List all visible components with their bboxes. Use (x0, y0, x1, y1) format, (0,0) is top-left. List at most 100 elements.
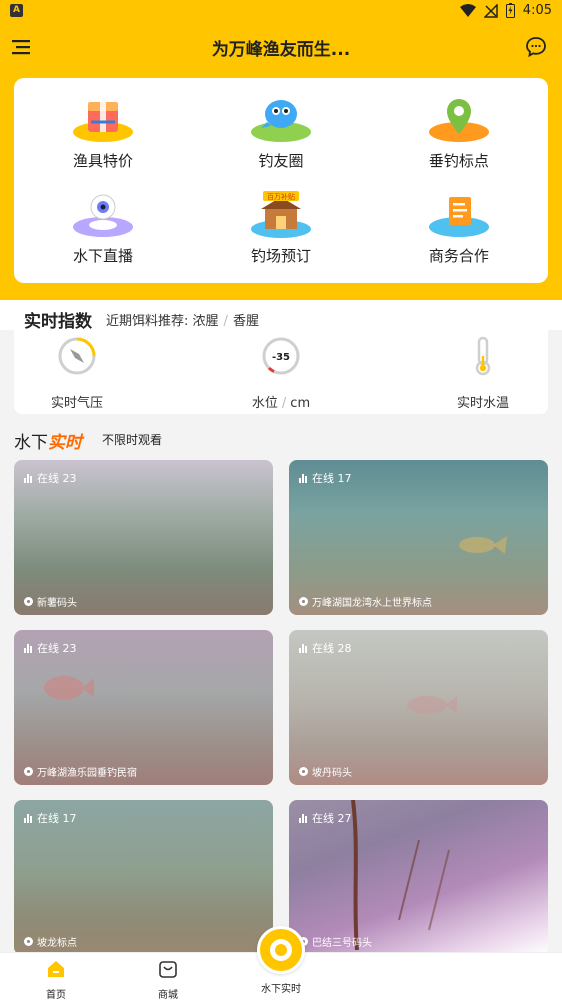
document-icon (428, 196, 489, 237)
section-title-text: 水下 (14, 433, 48, 453)
grid-item-business[interactable]: 商务合作 (370, 189, 548, 283)
screen: { "status_bar": {"time": "4:05", "app_ba… (0, 0, 562, 1000)
location-text: 坡丹码头 (312, 768, 352, 779)
chat-bubble-icon[interactable] (524, 35, 548, 59)
water-level-text: 水位 (251, 396, 278, 411)
house-icon: 百万补贴 (250, 190, 311, 238)
water-level-gauge: -35 (262, 337, 300, 375)
location-pin-icon (24, 937, 33, 946)
bait-recommendation: 近期饵料推荐: 浓腥 / 香腥 (106, 310, 259, 329)
unit-separator: / (281, 396, 287, 411)
pressure-indicator[interactable]: 实时气压 (22, 336, 132, 411)
underwater-section-title: 水下实时 (14, 428, 82, 453)
pressure-label: 实时气压 (50, 396, 103, 411)
video-card[interactable]: 在线 27 巴结三号码头 (289, 800, 548, 955)
shopping-bag-icon (159, 961, 177, 978)
grid-page-indicator (60, 283, 502, 297)
video-location: 坡龙标点 (24, 934, 77, 949)
video-card[interactable]: 在线 28 坡丹码头 (289, 630, 548, 785)
home-icon (48, 961, 64, 977)
index-card: 实时气压 -35 水位 / cm 实时水温 (14, 330, 548, 414)
grid-item-fishing-spots[interactable]: 垂钓标点 (370, 94, 548, 188)
online-count: 在线 28 (299, 640, 352, 656)
status-bar: A 4:05 (0, 0, 562, 24)
location-text: 新薯码头 (37, 598, 77, 609)
nav-underwater-label: 水下实时 (261, 984, 301, 995)
nav-home[interactable]: 首页 (16, 959, 96, 1000)
index-title: 实时指数 (24, 312, 92, 332)
bait-value: 香腥 (232, 314, 259, 329)
nav-home-label: 首页 (46, 990, 66, 1000)
thermometer-icon (475, 336, 491, 376)
bait-label: 近期饵料推荐: (106, 314, 189, 329)
camera-lens-icon (270, 939, 292, 961)
online-count: 在线 23 (24, 470, 77, 486)
status-time: 4:05 (522, 3, 552, 18)
feature-grid: 渔具特价 钓友圈 垂钓标点 水下直播 百万补贴 钓场预订 商务合作 (14, 78, 548, 283)
video-location: 万峰湖国龙湾水上世界标点 (299, 594, 432, 609)
grid-item-venue-booking[interactable]: 百万补贴 钓场预订 (192, 189, 370, 283)
no-signal-icon (483, 3, 498, 18)
water-level-indicator[interactable]: -35 水位 / cm (226, 336, 336, 411)
online-text: 在线 23 (37, 472, 77, 485)
online-text: 在线 27 (312, 812, 352, 825)
video-location: 新薯码头 (24, 594, 77, 609)
location-pin-icon (24, 597, 33, 606)
location-text: 巴结三号码头 (312, 938, 372, 949)
online-bars-icon (299, 473, 307, 483)
online-bars-icon (24, 643, 32, 653)
online-text: 在线 28 (312, 642, 352, 655)
location-text: 万峰湖渔乐园垂钓民宿 (37, 768, 137, 779)
nav-underwater-live-button[interactable] (257, 926, 305, 974)
water-temp-label: 实时水温 (456, 396, 509, 411)
video-card[interactable]: 在线 17 万峰湖国龙湾水上世界标点 (289, 460, 548, 615)
online-count: 在线 17 (299, 470, 352, 486)
underwater-section-subtitle: 不限时观看 (102, 433, 163, 447)
wifi-icon (459, 3, 476, 17)
video-card[interactable]: 在线 23 万峰湖渔乐园垂钓民宿 (14, 630, 273, 785)
chat-bird-icon (250, 100, 311, 142)
grid-label: 渔具特价 (72, 152, 133, 170)
fish-silhouette (459, 536, 507, 554)
grid-item-underwater-live[interactable]: 水下直播 (14, 189, 192, 283)
fish-silhouette (44, 676, 94, 700)
nav-mall[interactable]: 商城 (128, 959, 208, 1000)
online-bars-icon (299, 643, 307, 653)
video-card[interactable]: 在线 17 坡龙标点 (14, 800, 273, 955)
grid-label: 水下直播 (72, 246, 133, 265)
water-temp-indicator[interactable]: 实时水温 (428, 336, 538, 411)
online-text: 在线 17 (37, 812, 77, 825)
grid-label: 垂钓标点 (428, 152, 489, 170)
online-count: 在线 27 (299, 810, 352, 826)
video-card[interactable]: 在线 23 新薯码头 (14, 460, 273, 615)
gift-box-icon (72, 102, 133, 142)
app-notification-icon: A (10, 4, 23, 17)
online-count: 在线 23 (24, 640, 77, 656)
video-location: 巴结三号码头 (299, 934, 372, 949)
water-level-label: 水位 / cm (226, 392, 336, 411)
online-count: 在线 17 (24, 810, 77, 826)
bait-value: 浓腥 (192, 314, 219, 329)
bait-separator: / (223, 314, 228, 329)
grid-item-gear-deals[interactable]: 渔具特价 (14, 94, 192, 188)
video-location: 坡丹码头 (299, 764, 352, 779)
nav-mall-label: 商城 (158, 990, 178, 1000)
webcam-icon (72, 194, 133, 237)
online-bars-icon (299, 813, 307, 823)
grid-item-angler-circle[interactable]: 钓友圈 (192, 94, 370, 188)
online-text: 在线 17 (312, 472, 352, 485)
water-level-unit: cm (290, 396, 311, 411)
online-bars-icon (24, 813, 32, 823)
video-location: 万峰湖渔乐园垂钓民宿 (24, 764, 137, 779)
fish-silhouette (407, 696, 457, 714)
location-pin-icon (24, 767, 33, 776)
location-pin-icon (299, 597, 308, 606)
compass-gauge-icon (58, 337, 96, 375)
grid-label: 钓友圈 (258, 152, 304, 170)
subsidy-badge-text: 百万补贴 (267, 192, 295, 201)
online-bars-icon (24, 473, 32, 483)
water-level-value: -35 (272, 352, 290, 363)
location-text: 万峰湖国龙湾水上世界标点 (312, 598, 432, 609)
online-text: 在线 23 (37, 642, 77, 655)
app-header: 为万峰渔友而生... (0, 24, 562, 70)
